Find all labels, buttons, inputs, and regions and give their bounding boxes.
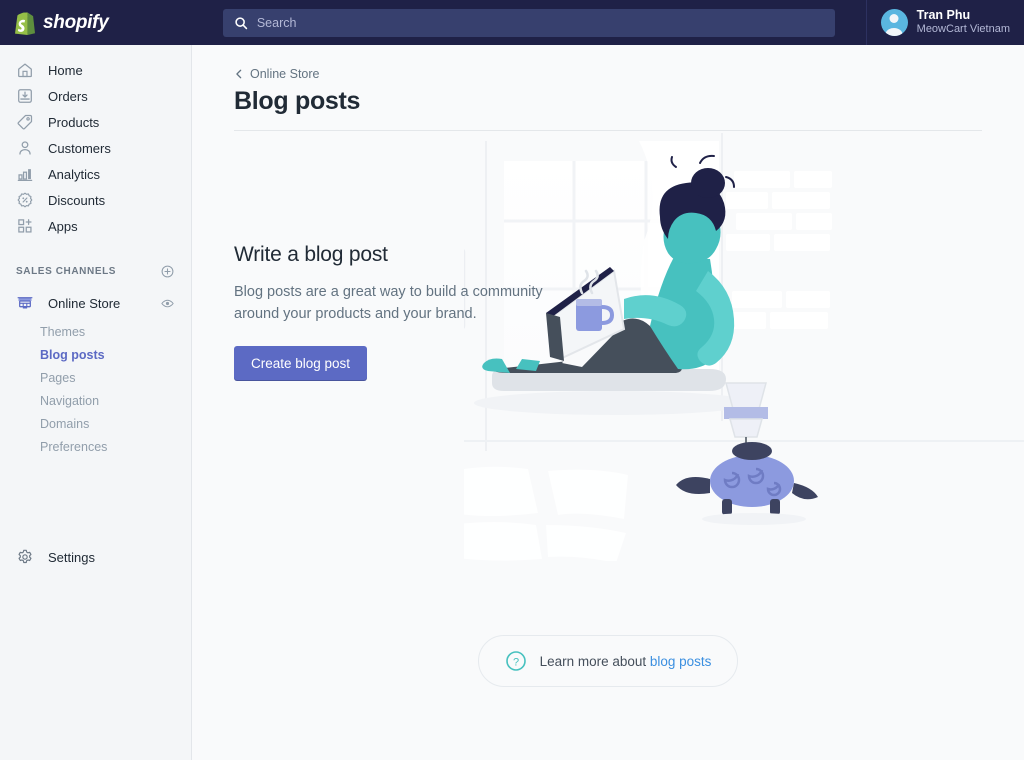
eye-icon[interactable] <box>160 296 175 311</box>
sales-channels-title: SALES CHANNELS <box>16 265 117 277</box>
sidebar-subitem-themes[interactable]: Themes <box>0 321 191 344</box>
customers-person-icon <box>19 141 31 155</box>
sidebar-subitem-navigation[interactable]: Navigation <box>0 390 191 413</box>
learn-more-label: Learn more about <box>539 653 650 669</box>
shopify-admin-app: shopify Search Tran Phu MeowCart Vietnam <box>0 0 1024 760</box>
sidebar-item-label: Orders <box>48 88 88 104</box>
sidebar-item-label: Apps <box>48 218 78 234</box>
search-area: Search <box>192 8 866 37</box>
analytics-bar-chart-icon <box>17 169 33 182</box>
sidebar-item-analytics[interactable]: Analytics <box>0 161 191 187</box>
plus-circle-icon[interactable] <box>160 264 175 279</box>
sales-channels-header: SALES CHANNELS <box>0 261 191 281</box>
primary-nav: Home Orders Products Customers Analytics… <box>0 57 191 239</box>
shopify-logo[interactable]: shopify <box>0 0 192 45</box>
sidebar-item-label: Products <box>48 114 100 130</box>
footer-help-area: ? Learn more about blog posts <box>192 635 1024 687</box>
online-store-label: Online Store <box>48 295 121 311</box>
search-input[interactable]: Search <box>222 8 835 37</box>
sidebar-subitem-preferences[interactable]: Preferences <box>0 436 191 459</box>
sidebar-item-label: Home <box>48 62 83 78</box>
sidebar-subitem-blog-posts[interactable]: Blog posts <box>0 344 191 367</box>
svg-text:?: ? <box>513 656 519 668</box>
breadcrumb-label: Online Store <box>250 67 320 81</box>
shopify-bag-icon <box>15 11 35 35</box>
user-store-name: MeowCart Vietnam <box>916 23 1010 36</box>
sidebar-item-label: Discounts <box>48 192 106 208</box>
user-text: Tran Phu MeowCart Vietnam <box>917 8 1010 37</box>
products-tag-icon <box>17 114 33 130</box>
empty-state-copy: Write a blog post Blog posts are a great… <box>234 243 544 381</box>
page-header: Online Store Blog posts <box>192 45 1024 116</box>
empty-state-heading: Write a blog post <box>234 243 388 266</box>
shopify-wordmark: shopify <box>43 11 109 33</box>
sidebar-item-customers[interactable]: Customers <box>0 135 191 161</box>
sidebar-item-apps[interactable]: Apps <box>0 213 191 239</box>
person-with-laptop-on-windowsill-illustration <box>464 133 1024 561</box>
learn-more-text: Learn more about blog posts <box>540 654 712 669</box>
sidebar-item-online-store[interactable]: Online Store <box>0 289 191 317</box>
sidebar: Home Orders Products Customers Analytics… <box>0 45 192 760</box>
avatar <box>880 9 908 36</box>
sidebar-item-orders[interactable]: Orders <box>0 83 191 109</box>
top-bar: shopify Search Tran Phu MeowCart Vietnam <box>0 0 1024 45</box>
empty-state-body: Blog posts are a great way to build a co… <box>234 284 543 323</box>
question-circle-icon: ? <box>505 651 526 671</box>
orders-icon <box>18 89 32 103</box>
search-placeholder: Search <box>256 15 297 30</box>
blog-posts-link[interactable]: blog posts <box>650 654 712 669</box>
sidebar-subitem-pages[interactable]: Pages <box>0 367 191 390</box>
search-icon <box>235 16 248 29</box>
apps-grid-icon <box>18 219 32 233</box>
empty-state: Write a blog post Blog posts are a great… <box>192 131 1024 591</box>
sidebar-item-settings[interactable]: Settings <box>0 544 192 570</box>
learn-more-pill[interactable]: ? Learn more about blog posts <box>477 635 739 687</box>
sidebar-item-home[interactable]: Home <box>0 57 191 83</box>
sidebar-item-label: Customers <box>48 140 111 156</box>
settings-label: Settings <box>48 549 95 565</box>
sidebar-item-products[interactable]: Products <box>0 109 191 135</box>
online-store-subnav: Themes Blog posts Pages Navigation Domai… <box>0 321 191 459</box>
chevron-left-icon <box>236 69 242 79</box>
sidebar-subitem-domains[interactable]: Domains <box>0 413 191 436</box>
sidebar-item-label: Analytics <box>48 166 101 182</box>
user-menu[interactable]: Tran Phu MeowCart Vietnam <box>865 0 1024 45</box>
online-store-left: Online Store <box>16 294 120 312</box>
home-icon <box>18 63 32 78</box>
create-blog-post-button[interactable]: Create blog post <box>234 345 368 381</box>
gear-icon <box>18 549 32 564</box>
page-title: Blog posts <box>234 87 361 115</box>
sidebar-item-discounts[interactable]: Discounts <box>0 187 191 213</box>
online-store-icon <box>17 297 33 309</box>
main-content: Online Store Blog posts Write a blog pos… <box>192 45 1024 760</box>
breadcrumb[interactable]: Online Store <box>234 67 982 81</box>
user-name: Tran Phu <box>916 7 971 22</box>
discounts-percent-icon <box>17 192 33 208</box>
